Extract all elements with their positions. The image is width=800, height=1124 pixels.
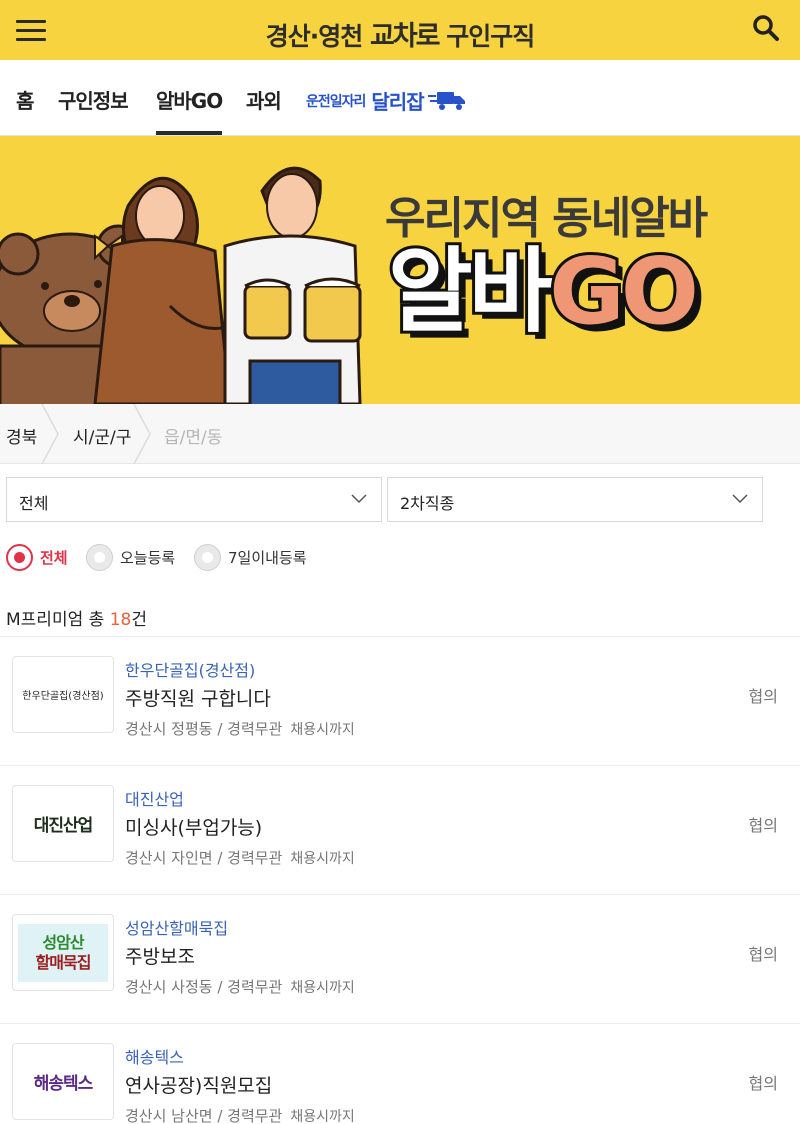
site-title[interactable]: 경산·영천 교차로 구인구직 — [0, 14, 800, 53]
radio-today[interactable]: 오늘등록 — [86, 542, 175, 572]
job-listings: 한우단골집(경산점) 한우단골집(경산점) 주방직원 구합니다 경산시 정평동 … — [0, 636, 800, 1124]
company-name: 해송텍스 — [125, 1048, 184, 1067]
list-item[interactable]: 성암산 할매묵집 성암산할매묵집 주방보조 경산시 사정동 / 경력무관 채용시까… — [0, 895, 800, 1024]
subcategory-select-value: 2차직종 — [400, 494, 455, 513]
man-character — [223, 166, 362, 404]
tab-job-info[interactable]: 구인정보 — [58, 85, 129, 114]
radio-label: 전체 — [40, 548, 68, 567]
job-meta: 경산시 남산면 / 경력무관 채용시까지 — [125, 1105, 355, 1124]
company-logo-text: 해송텍스 — [33, 1074, 94, 1094]
radio-unchecked-icon — [194, 543, 221, 571]
company-logo-text: 한우단골집(경산점) — [22, 691, 104, 702]
job-location: 경산시 사정동 / 경력무관 — [125, 978, 283, 996]
banner-logo-text: 알바GO — [385, 243, 702, 341]
company-name: 대진산업 — [125, 790, 184, 809]
job-deadline: 채용시까지 — [290, 1109, 355, 1124]
job-title: 주방직원 구합니다 — [125, 688, 271, 710]
site-title-suffix: 구인구직 — [446, 22, 535, 51]
job-deadline: 채용시까지 — [290, 980, 355, 996]
company-logo-line2: 할매묵집 — [35, 952, 92, 972]
region-city[interactable]: 시/군/구 — [73, 423, 131, 448]
job-meta: 경산시 정평동 / 경력무관 채용시까지 — [125, 718, 355, 739]
chevron-down-icon — [351, 494, 367, 504]
job-meta: 경산시 자인면 / 경력무관 채용시까지 — [125, 847, 355, 868]
job-pay: 협의 — [748, 945, 778, 964]
radio-all[interactable]: 전체 — [6, 542, 68, 572]
list-item[interactable]: 해송텍스 해송텍스 연사공장)직원모집 경산시 남산면 / 경력무관 채용시까지 … — [0, 1024, 800, 1124]
subcategory-select[interactable]: 2차직종 — [387, 477, 763, 522]
chevron-right-icon — [41, 404, 59, 464]
job-title: 미싱사(부업가능) — [125, 817, 263, 839]
job-deadline: 채용시까지 — [290, 722, 355, 738]
count-prefix: M프리미엄 총 — [6, 610, 110, 630]
company-logo-text: 대진산업 — [33, 816, 94, 836]
company-logo: 해송텍스 — [12, 1043, 114, 1120]
dalijab-link[interactable]: 운전일자리 달리잡 — [306, 86, 466, 115]
radio-label: 7일이내등록 — [228, 548, 307, 567]
job-pay: 협의 — [748, 1074, 778, 1093]
albago-banner[interactable]: 우리지역 동네알바 알바GO — [0, 136, 800, 404]
list-item[interactable]: 한우단골집(경산점) 한우단골집(경산점) 주방직원 구합니다 경산시 정평동 … — [0, 637, 800, 766]
job-title: 주방보조 — [125, 946, 195, 968]
category-select-value: 전체 — [19, 494, 49, 513]
count-suffix: 건 — [131, 610, 147, 630]
job-location: 경산시 자인면 / 경력무관 — [125, 849, 283, 867]
category-select[interactable]: 전체 — [6, 477, 382, 522]
tab-tutoring[interactable]: 과외 — [246, 85, 282, 114]
search-icon[interactable] — [752, 14, 780, 42]
radio-checked-icon — [6, 543, 33, 571]
tab-albago[interactable]: 알바GO — [156, 85, 223, 135]
main-nav: 홈 구인정보 알바GO 과외 운전일자리 달리잡 — [0, 60, 800, 136]
top-bar: 경산·영천 교차로 구인구직 — [0, 0, 800, 60]
count-number: 18 — [109, 610, 132, 630]
radio-label: 오늘등록 — [120, 548, 176, 567]
delivery-truck-icon — [427, 91, 465, 110]
job-title: 연사공장)직원모집 — [125, 1075, 273, 1097]
dalijab-subtitle: 운전일자리 — [306, 93, 366, 110]
tab-home[interactable]: 홈 — [16, 85, 34, 114]
woman-character — [93, 176, 232, 404]
company-logo-badge: 성암산 할매묵집 — [18, 923, 108, 982]
company-logo: 한우단골집(경산점) — [12, 656, 114, 733]
job-deadline: 채용시까지 — [290, 851, 355, 867]
company-logo: 성암산 할매묵집 — [12, 914, 114, 991]
premium-count: M프리미엄 총 18건 — [6, 605, 147, 630]
banner-headline: 우리지역 동네알바 — [385, 193, 708, 244]
company-name: 성암산할매묵집 — [125, 919, 229, 938]
dalijab-title: 달리잡 — [371, 90, 424, 114]
company-logo-line1: 성암산 — [42, 932, 84, 952]
region-province[interactable]: 경북 — [6, 423, 37, 448]
job-pay: 협의 — [748, 687, 778, 706]
company-name: 한우단골집(경산점) — [125, 661, 256, 680]
chevron-right-icon — [133, 404, 151, 464]
list-item[interactable]: 대진산업 대진산업 미싱사(부업가능) 경산시 자인면 / 경력무관 채용시까지 … — [0, 766, 800, 895]
banner-albago-word: 알바 — [385, 238, 556, 345]
radio-within-7-days[interactable]: 7일이내등록 — [194, 542, 307, 572]
job-location: 경산시 남산면 / 경력무관 — [125, 1107, 283, 1124]
region-town[interactable]: 읍/면/동 — [164, 423, 222, 448]
chevron-down-icon — [732, 494, 748, 504]
job-pay: 협의 — [748, 816, 778, 835]
job-location: 경산시 정평동 / 경력무관 — [125, 720, 283, 738]
radio-unchecked-icon — [86, 543, 113, 571]
job-meta: 경산시 사정동 / 경력무관 채용시까지 — [125, 976, 355, 997]
banner-go-word: GO — [546, 238, 702, 345]
site-title-brand: 교차로 — [369, 21, 441, 52]
site-title-region: 경산·영천 — [265, 22, 363, 51]
region-breadcrumb: 경북 시/군/구 읍/면/동 — [0, 404, 800, 464]
company-logo: 대진산업 — [12, 785, 114, 862]
